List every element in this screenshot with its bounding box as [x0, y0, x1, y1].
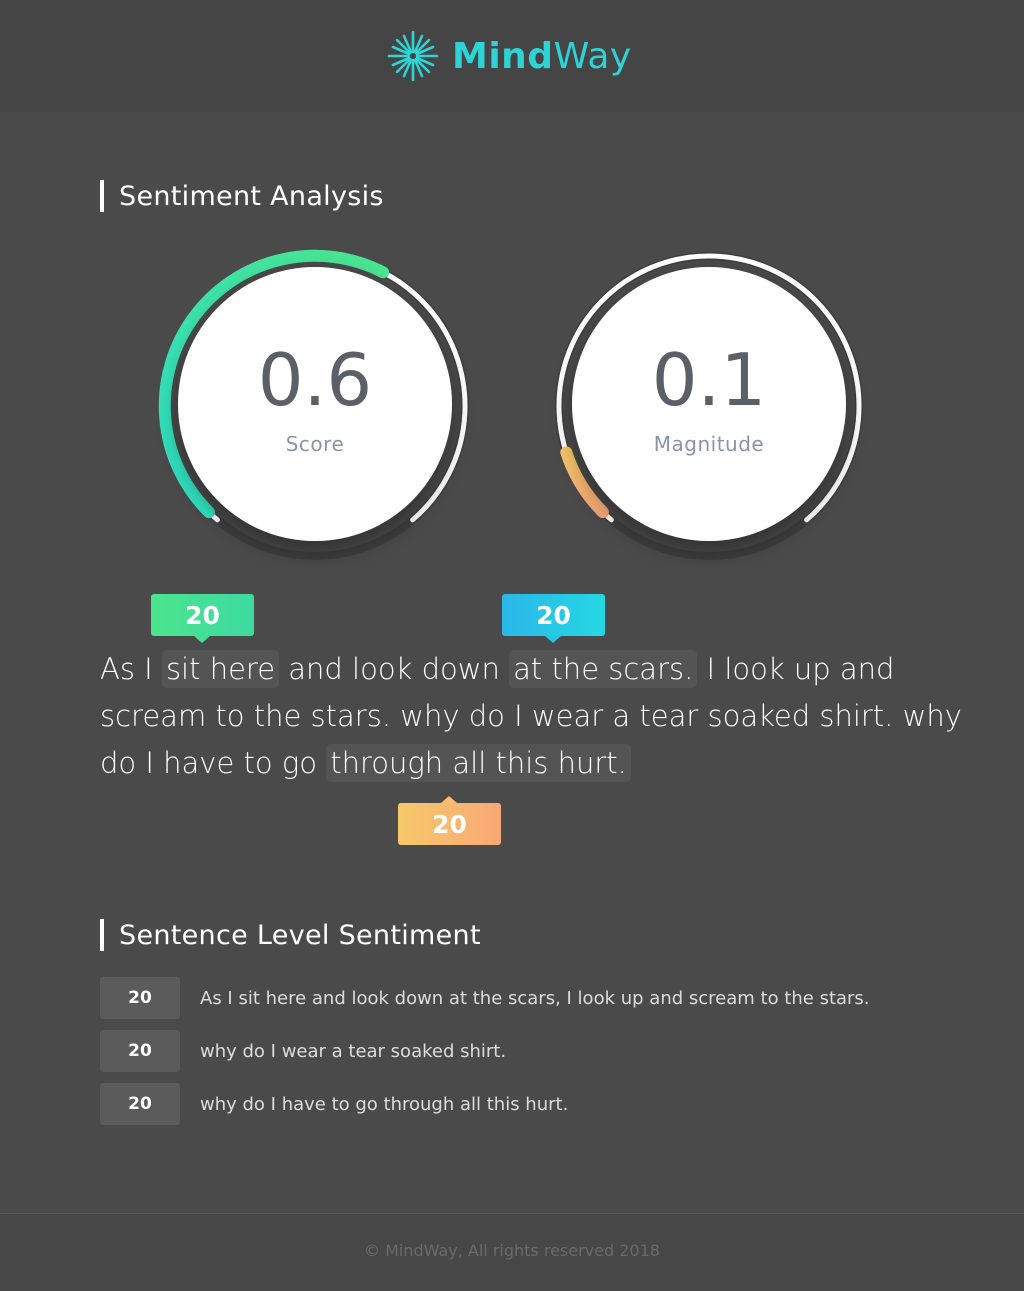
sentence-score-badge: 20	[100, 977, 180, 1019]
highlighted-phrase-sit-here[interactable]: sit here	[161, 650, 280, 688]
phrase-score-bubble-through-all-this-hurt[interactable]: 20	[398, 796, 501, 845]
passage-text: As I	[100, 652, 162, 686]
brand-logo[interactable]: MindWay	[386, 28, 632, 84]
sentiment-analysis-title: Sentiment Analysis	[119, 180, 384, 212]
phrase-score-value: 20	[536, 600, 571, 630]
phrase-score-value: 20	[432, 809, 467, 839]
sentence-text: As I sit here and look down at the scars…	[200, 987, 870, 1009]
passage-text: do I have to go	[100, 746, 327, 780]
passage-line: scream to the stars. why do I wear a tea…	[100, 693, 962, 740]
score-label: Score	[285, 432, 345, 456]
sentiment-analysis-heading: Sentiment Analysis	[100, 180, 384, 212]
brand-name-bold: Mind	[452, 35, 554, 77]
score-gauge: 0.6 Score	[155, 246, 475, 566]
bubble-pointer	[441, 796, 457, 803]
magnitude-label: Magnitude	[653, 432, 765, 456]
page-footer: © MindWay, All rights reserved 2018	[0, 1213, 1024, 1291]
sentence-score-badge: 20	[100, 1083, 180, 1125]
highlighted-phrase-through-all-this-hurt[interactable]: through all this hurt.	[326, 744, 631, 782]
bubble-pointer	[545, 636, 561, 643]
sentence-row: 20 why do I wear a tear soaked shirt.	[100, 1030, 506, 1072]
passage-text: and look down	[279, 652, 510, 686]
sentence-level-title: Sentence Level Sentiment	[119, 919, 481, 951]
score-value: 0.6	[257, 338, 373, 422]
brand-name-light: Way	[553, 35, 632, 77]
phrase-score-bubble-at-the-scars[interactable]: 20	[502, 594, 605, 643]
passage-text: scream to the stars. why do I wear a tea…	[100, 699, 962, 733]
app-header: MindWay	[0, 0, 1024, 112]
sentence-row: 20 As I sit here and look down at the sc…	[100, 977, 870, 1019]
bubble-pointer	[194, 636, 210, 643]
highlighted-phrase-at-the-scars[interactable]: at the scars.	[509, 650, 698, 688]
sentence-level-heading: Sentence Level Sentiment	[100, 919, 481, 951]
sentence-score-badge: 20	[100, 1030, 180, 1072]
heading-accent-bar	[100, 919, 104, 951]
magnitude-value: 0.1	[651, 338, 767, 422]
passage-line: do I have to go through all this hurt.	[100, 740, 631, 787]
sentence-text: why do I wear a tear soaked shirt.	[200, 1040, 507, 1062]
magnitude-gauge: 0.1 Magnitude	[549, 246, 869, 566]
passage-line: As I sit here and look down at the scars…	[100, 646, 894, 693]
starburst-icon	[387, 30, 439, 82]
phrase-score-value: 20	[185, 600, 220, 630]
phrase-score-bubble-sit-here[interactable]: 20	[151, 594, 254, 643]
heading-accent-bar	[100, 180, 104, 212]
sentence-text: why do I have to go through all this hur…	[200, 1093, 569, 1115]
copyright-text: © MindWay, All rights reserved 2018	[364, 1241, 660, 1260]
passage-text: I look up and	[697, 652, 895, 686]
brand-name: MindWay	[452, 36, 632, 77]
sentence-row: 20 why do I have to go through all this …	[100, 1083, 568, 1125]
